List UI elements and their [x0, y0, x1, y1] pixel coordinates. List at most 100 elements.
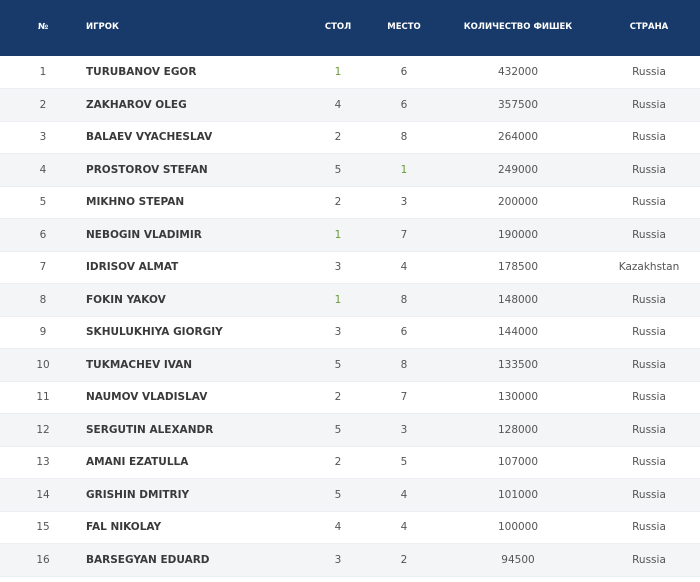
table-row: 16 BARSEGYAN EDUARD 3 2 94500 Russia [0, 543, 700, 577]
player-country: Russia [598, 153, 700, 187]
chip-count: 100000 [438, 511, 598, 544]
chip-count: 94500 [438, 543, 598, 577]
player-name[interactable]: BARSEGYAN EDUARD [86, 543, 306, 577]
chip-count: 130000 [438, 381, 598, 414]
player-name[interactable]: SKHULUKHIYA GIORGIY [86, 316, 306, 349]
player-rank: 16 [0, 543, 86, 577]
player-rank: 15 [0, 511, 86, 544]
table-number: 3 [306, 251, 370, 284]
table-number: 4 [306, 511, 370, 544]
chip-count: 432000 [438, 56, 598, 89]
player-country: Russia [598, 413, 700, 447]
seat-number: 6 [370, 56, 438, 89]
seat-number: 5 [370, 446, 438, 479]
table-row: 15 FAL NIKOLAY 4 4 100000 Russia [0, 511, 700, 544]
player-name[interactable]: TUKMACHEV IVAN [86, 348, 306, 382]
player-name[interactable]: NAUMOV VLADISLAV [86, 381, 306, 414]
table-row: 9 SKHULUKHIYA GIORGIY 3 6 144000 Russia [0, 316, 700, 349]
table-row: 6 NEBOGIN VLADIMIR 1 7 190000 Russia [0, 218, 700, 252]
player-rank: 12 [0, 413, 86, 447]
chip-count: 107000 [438, 446, 598, 479]
column-header-country[interactable]: страна [598, 0, 700, 56]
seat-number: 4 [370, 511, 438, 544]
table-row: 12 SERGUTIN ALEXANDR 5 3 128000 Russia [0, 413, 700, 447]
player-name[interactable]: NEBOGIN VLADIMIR [86, 218, 306, 252]
seat-number: 7 [370, 381, 438, 414]
table-number: 2 [306, 446, 370, 479]
player-country: Russia [598, 283, 700, 317]
chip-count: 101000 [438, 478, 598, 512]
seat-number: 8 [370, 348, 438, 382]
chip-count: 190000 [438, 218, 598, 252]
player-country: Russia [598, 348, 700, 382]
player-country: Kazakhstan [598, 251, 700, 284]
chip-count: 133500 [438, 348, 598, 382]
player-name[interactable]: FAL NIKOLAY [86, 511, 306, 544]
player-name[interactable]: FOKIN YAKOV [86, 283, 306, 317]
player-rank: 2 [0, 88, 86, 122]
player-name[interactable]: BALAEV VYACHESLAV [86, 121, 306, 154]
table-number: 1 [306, 283, 370, 317]
player-country: Russia [598, 88, 700, 122]
seat-number: 3 [370, 186, 438, 219]
seat-number: 1 [370, 153, 438, 187]
player-country: Russia [598, 218, 700, 252]
table-number: 1 [306, 218, 370, 252]
table-row: 1 TURUBANOV EGOR 1 6 432000 Russia [0, 56, 700, 89]
player-name[interactable]: ZAKHAROV OLEG [86, 88, 306, 122]
seat-number: 2 [370, 543, 438, 577]
player-rank: 11 [0, 381, 86, 414]
table-row: 4 PROSTOROV STEFAN 5 1 249000 Russia [0, 153, 700, 187]
table-number: 5 [306, 413, 370, 447]
chip-count: 128000 [438, 413, 598, 447]
column-header-number[interactable]: № [0, 0, 86, 56]
seat-number: 3 [370, 413, 438, 447]
table-number: 1 [306, 56, 370, 89]
table-body: 1 TURUBANOV EGOR 1 6 432000 Russia 2 ZAKHAROV O… [0, 56, 700, 577]
chip-count: 264000 [438, 121, 598, 154]
column-header-chips[interactable]: количество фишек [438, 0, 598, 56]
column-header-table[interactable]: стол [306, 0, 370, 56]
seat-number: 8 [370, 121, 438, 154]
table-row: 13 AMANI EZATULLA 2 5 107000 Russia [0, 446, 700, 479]
player-name[interactable]: TURUBANOV EGOR [86, 56, 306, 89]
table-row: 11 NAUMOV VLADISLAV 2 7 130000 Russia [0, 381, 700, 414]
player-rank: 5 [0, 186, 86, 219]
table-number: 3 [306, 316, 370, 349]
table-row: 5 MIKHNO STEPAN 2 3 200000 Russia [0, 186, 700, 219]
player-rank: 10 [0, 348, 86, 382]
player-country: Russia [598, 121, 700, 154]
chip-count: 249000 [438, 153, 598, 187]
table-number: 4 [306, 88, 370, 122]
column-header-place[interactable]: место [370, 0, 438, 56]
seat-number: 8 [370, 283, 438, 317]
table-number: 5 [306, 153, 370, 187]
table-row: 14 GRISHIN DMITRIY 5 4 101000 Russia [0, 478, 700, 512]
chip-count: 144000 [438, 316, 598, 349]
player-rank: 6 [0, 218, 86, 252]
player-country: Russia [598, 381, 700, 414]
table-row: 7 IDRISOV ALMAT 3 4 178500 Kazakhstan [0, 251, 700, 284]
player-name[interactable]: MIKHNO STEPAN [86, 186, 306, 219]
table-row: 10 TUKMACHEV IVAN 5 8 133500 Russia [0, 348, 700, 382]
player-country: Russia [598, 446, 700, 479]
chip-count: 357500 [438, 88, 598, 122]
player-name[interactable]: PROSTOROV STEFAN [86, 153, 306, 187]
table-number: 2 [306, 121, 370, 154]
column-header-player[interactable]: игрок [86, 0, 306, 56]
player-name[interactable]: SERGUTIN ALEXANDR [86, 413, 306, 447]
player-rank: 4 [0, 153, 86, 187]
seat-number: 4 [370, 478, 438, 512]
table-number: 5 [306, 348, 370, 382]
player-country: Russia [598, 56, 700, 89]
chip-count: 148000 [438, 283, 598, 317]
player-name[interactable]: AMANI EZATULLA [86, 446, 306, 479]
player-country: Russia [598, 543, 700, 577]
seat-number: 6 [370, 88, 438, 122]
player-name[interactable]: GRISHIN DMITRIY [86, 478, 306, 512]
player-name[interactable]: IDRISOV ALMAT [86, 251, 306, 284]
seat-number: 7 [370, 218, 438, 252]
seat-number: 6 [370, 316, 438, 349]
table-row: 2 ZAKHAROV OLEG 4 6 357500 Russia [0, 88, 700, 122]
table-number: 2 [306, 186, 370, 219]
